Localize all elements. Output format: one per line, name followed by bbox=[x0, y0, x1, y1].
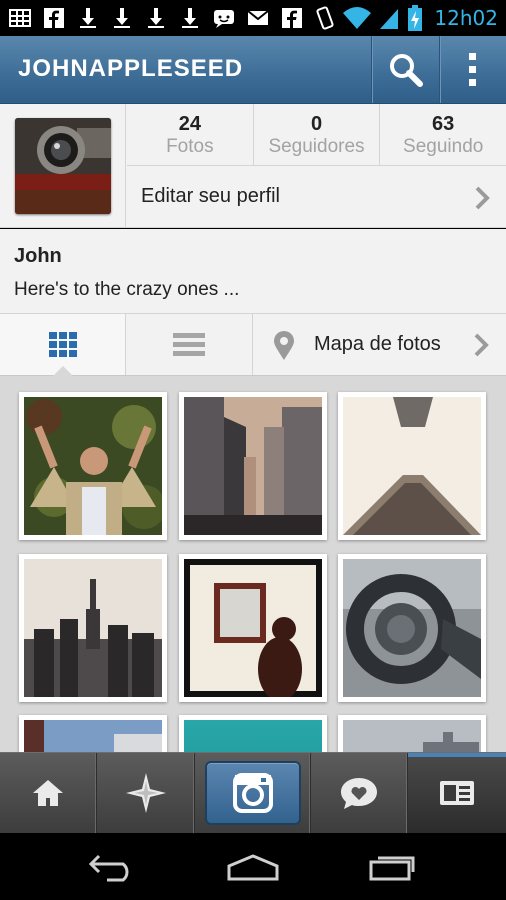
photo-thumbnail[interactable] bbox=[19, 715, 167, 752]
chevron-right-icon bbox=[474, 333, 489, 357]
photo-image bbox=[24, 397, 162, 535]
photo-image bbox=[343, 559, 481, 697]
signal-icon bbox=[380, 9, 399, 29]
stat-photos[interactable]: 24 Fotos bbox=[127, 104, 254, 165]
profile-header: 24 Fotos 0 Seguidores 63 Seguindo Editar… bbox=[0, 104, 506, 228]
recent-apps-icon bbox=[369, 856, 415, 880]
edit-profile-label: Editar seu perfil bbox=[141, 185, 280, 207]
active-tab-pointer bbox=[53, 366, 73, 376]
profile-card-icon bbox=[440, 781, 474, 805]
following-label: Seguindo bbox=[403, 136, 484, 157]
chevron-right-icon bbox=[475, 186, 490, 210]
home-icon bbox=[33, 780, 63, 806]
following-count: 63 bbox=[432, 113, 455, 135]
chat-icon bbox=[214, 10, 234, 28]
tab-list-view[interactable] bbox=[126, 314, 253, 375]
overflow-menu-icon bbox=[469, 52, 476, 86]
profile-stats: 24 Fotos 0 Seguidores 63 Seguindo bbox=[127, 104, 506, 166]
heart-bubble-icon bbox=[341, 778, 377, 809]
vibrate-icon bbox=[316, 6, 334, 30]
download-icon bbox=[148, 8, 164, 28]
facebook-icon bbox=[282, 8, 302, 28]
explore-star-icon bbox=[125, 773, 166, 813]
view-tabs: Mapa de fotos bbox=[0, 314, 506, 376]
camera-button[interactable] bbox=[205, 761, 301, 825]
gmail-icon bbox=[247, 10, 269, 25]
display-name: John bbox=[14, 245, 62, 267]
list-view-icon bbox=[173, 332, 205, 356]
stat-following[interactable]: 63 Seguindo bbox=[380, 104, 506, 165]
photo-map-label: Mapa de fotos bbox=[314, 333, 441, 355]
tab-news[interactable] bbox=[311, 753, 408, 833]
download-icon bbox=[182, 8, 198, 28]
map-pin-icon bbox=[274, 331, 294, 360]
wifi-icon bbox=[343, 7, 372, 29]
tab-explore[interactable] bbox=[97, 753, 195, 833]
recent-apps-button[interactable] bbox=[334, 833, 454, 900]
photo-thumbnail[interactable] bbox=[179, 715, 327, 752]
photo-image bbox=[343, 720, 481, 752]
avatar-container bbox=[0, 104, 126, 228]
photo-thumbnail[interactable] bbox=[338, 392, 486, 540]
grid-icon bbox=[9, 9, 31, 27]
search-button[interactable] bbox=[371, 36, 439, 103]
tab-photo-map[interactable]: Mapa de fotos bbox=[253, 314, 506, 375]
bio-text: Here's to the crazy ones ... bbox=[14, 279, 240, 300]
home-outline-icon bbox=[227, 853, 279, 880]
search-icon bbox=[389, 53, 423, 87]
camera-photo-icon bbox=[15, 118, 111, 214]
overflow-menu-button[interactable] bbox=[439, 36, 506, 103]
photo-image bbox=[24, 559, 162, 697]
tab-home[interactable] bbox=[0, 753, 97, 833]
photo-image bbox=[184, 397, 322, 535]
download-icon bbox=[114, 8, 130, 28]
system-indicators: 12h02 bbox=[314, 4, 498, 32]
photo-image bbox=[24, 720, 162, 752]
grid-view-icon bbox=[48, 331, 77, 357]
status-bar: 12h02 bbox=[0, 0, 506, 36]
photo-thumbnail[interactable] bbox=[338, 715, 486, 752]
photo-image bbox=[184, 559, 322, 697]
clock: 12h02 bbox=[434, 6, 498, 30]
action-bar: JOHNAPPLESEED bbox=[0, 36, 506, 104]
system-nav-bar bbox=[0, 833, 506, 900]
photos-label: Fotos bbox=[166, 136, 214, 157]
notification-icons bbox=[8, 6, 304, 30]
followers-label: Seguidores bbox=[268, 136, 365, 157]
bottom-tab-bar bbox=[0, 752, 506, 833]
facebook-icon bbox=[44, 8, 64, 28]
stat-followers[interactable]: 0 Seguidores bbox=[254, 104, 381, 165]
tab-camera[interactable] bbox=[195, 753, 311, 833]
photo-thumbnail[interactable] bbox=[19, 554, 167, 702]
followers-count: 0 bbox=[310, 113, 323, 135]
back-icon bbox=[88, 854, 129, 881]
back-button[interactable] bbox=[52, 833, 172, 900]
username-title: JOHNAPPLESEED bbox=[18, 55, 244, 82]
avatar[interactable] bbox=[15, 118, 111, 214]
photo-thumbnail[interactable] bbox=[338, 554, 486, 702]
photo-image bbox=[184, 720, 322, 752]
photo-thumbnail[interactable] bbox=[179, 392, 327, 540]
photo-grid bbox=[0, 376, 506, 752]
edit-profile-button[interactable]: Editar seu perfil bbox=[127, 166, 506, 228]
camera-icon bbox=[233, 773, 273, 813]
battery-charging-icon bbox=[408, 5, 423, 31]
bio-section: John Here's to the crazy ones ... bbox=[0, 229, 506, 314]
photo-image bbox=[343, 397, 481, 535]
tab-profile[interactable] bbox=[408, 753, 506, 833]
photo-thumbnail[interactable] bbox=[19, 392, 167, 540]
download-icon bbox=[80, 8, 96, 28]
photo-thumbnail[interactable] bbox=[179, 554, 327, 702]
photos-count: 24 bbox=[178, 113, 201, 135]
home-button[interactable] bbox=[193, 833, 313, 900]
